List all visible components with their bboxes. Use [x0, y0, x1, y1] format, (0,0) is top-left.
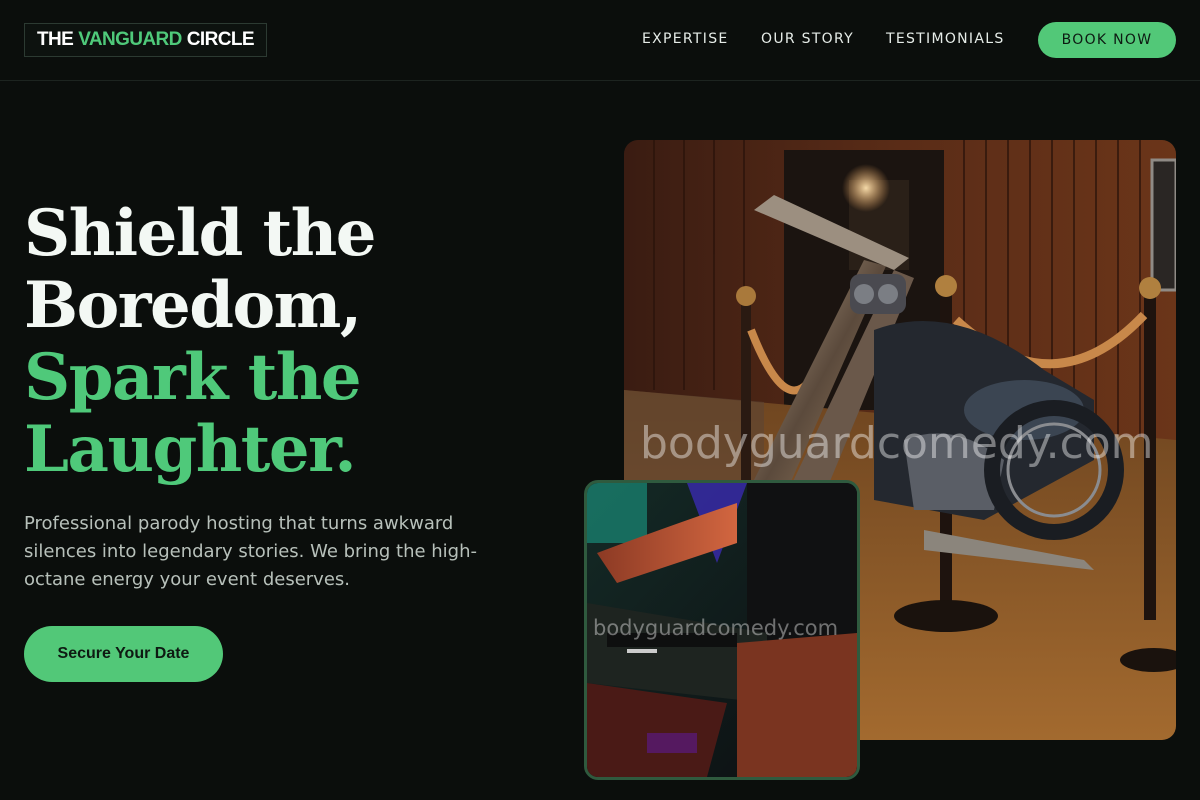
nav-link-testimonials[interactable]: TESTIMONIALS: [886, 31, 1005, 47]
hero-subtext: Professional parody hosting that turns a…: [24, 513, 478, 590]
site-header: THE VANGUARD CIRCLE EXPERTISE OUR STORY …: [0, 0, 1200, 81]
hero-secondary-image: bodyguardcomedy.com: [584, 480, 860, 780]
side-image-watermark: bodyguardcomedy.com: [593, 616, 838, 640]
main-nav: EXPERTISE OUR STORY TESTIMONIALS: [0, 31, 1200, 51]
dj-photo-illustration: bodyguardcomedy.com: [587, 483, 857, 777]
headline-line-1: Shield the: [24, 196, 376, 271]
hero-headline: Shield the Boredom, Spark the Laughter.: [24, 198, 544, 486]
headline-line-2: Boredom,: [24, 268, 362, 343]
nav-link-our-story[interactable]: OUR STORY: [761, 31, 854, 47]
headline-line-3: Spark the: [24, 340, 362, 415]
headline-line-4: Laughter.: [24, 412, 357, 487]
nav-link-expertise[interactable]: EXPERTISE: [642, 31, 729, 47]
secure-date-button[interactable]: Secure Your Date: [24, 626, 223, 682]
main-image-watermark: bodyguardcomedy.com: [640, 418, 1154, 469]
book-now-button[interactable]: BOOK NOW: [1038, 22, 1176, 58]
